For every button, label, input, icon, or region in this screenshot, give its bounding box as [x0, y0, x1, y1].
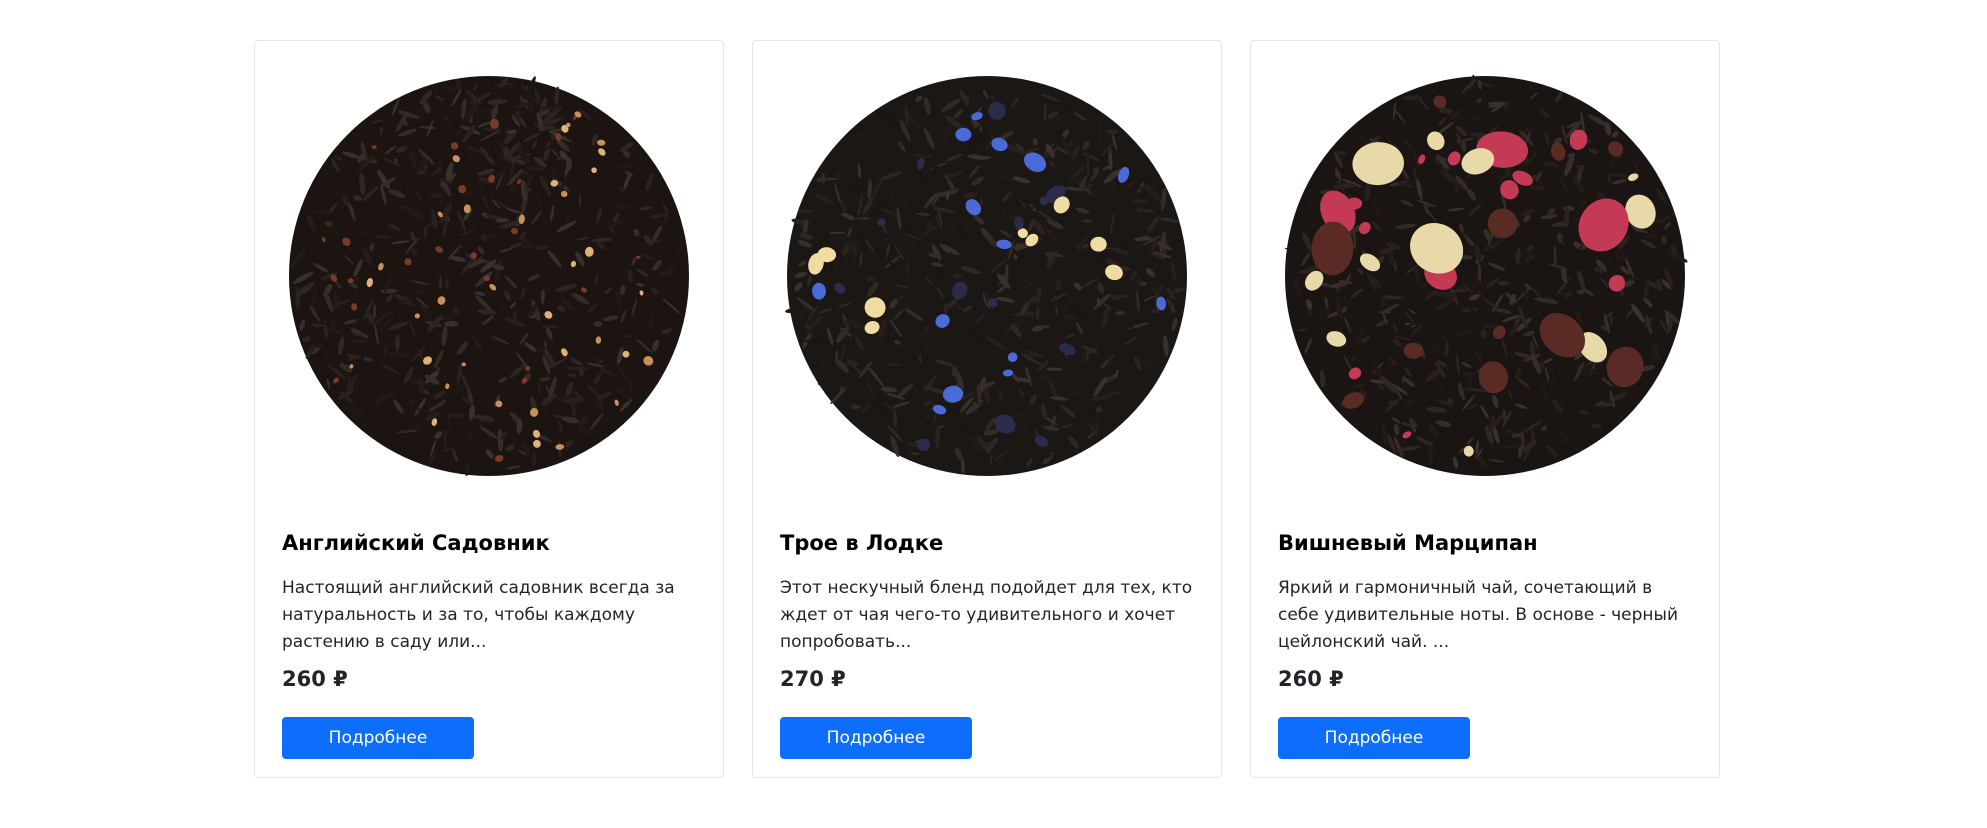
tea-leaf	[438, 155, 442, 177]
card-body: Английский Садовник Настоящий английский…	[282, 529, 696, 759]
tea-leaf	[1086, 154, 1090, 178]
tea-inclusion	[525, 366, 531, 371]
tea-leaf	[515, 110, 521, 121]
product-image	[1251, 41, 1719, 511]
tea-leaf	[1387, 250, 1394, 265]
details-button[interactable]: Подробнее	[282, 717, 474, 759]
product-price: 260 ₽	[282, 667, 348, 691]
tea-leaf	[446, 412, 464, 419]
product-price: 260 ₽	[1278, 667, 1344, 691]
tea-leaf	[797, 209, 814, 214]
product-card: Вишневый Марципан Яркий и гармоничный ча…	[1250, 40, 1720, 778]
details-button[interactable]: Подробнее	[1278, 717, 1470, 759]
tea-pile	[787, 76, 1187, 476]
tea-leaf	[295, 287, 300, 309]
tea-leaf	[1564, 205, 1570, 229]
product-title: Вишневый Марципан	[1278, 531, 1538, 555]
product-description: Настоящий английский садовник всегда за …	[282, 578, 675, 652]
product-image	[753, 41, 1221, 511]
tea-leaves-image	[1284, 74, 1688, 476]
tea-leaf	[1130, 199, 1148, 204]
tea-leaves-image	[289, 76, 689, 477]
card-body: Вишневый Марципан Яркий и гармоничный ча…	[1278, 529, 1692, 759]
product-description: Этот нескучный бленд подойдет для тех, к…	[780, 578, 1193, 652]
tea-leaf	[829, 231, 846, 235]
product-description: Яркий и гармоничный чай, сочетающий в се…	[1278, 578, 1679, 652]
product-card: Английский Садовник Настоящий английский…	[254, 40, 724, 778]
product-price: 270 ₽	[780, 667, 846, 691]
product-image	[255, 41, 723, 511]
card-body: Трое в Лодке Этот нескучный бленд подойд…	[780, 529, 1194, 759]
product-title: Трое в Лодке	[780, 531, 944, 555]
product-list: Английский Садовник Настоящий английский…	[254, 40, 1724, 778]
product-card: Трое в Лодке Этот нескучный бленд подойд…	[752, 40, 1222, 778]
details-button[interactable]: Подробнее	[780, 717, 972, 759]
tea-leaf	[1136, 277, 1142, 288]
tea-leaves-image	[785, 76, 1187, 476]
product-title: Английский Садовник	[282, 531, 550, 555]
